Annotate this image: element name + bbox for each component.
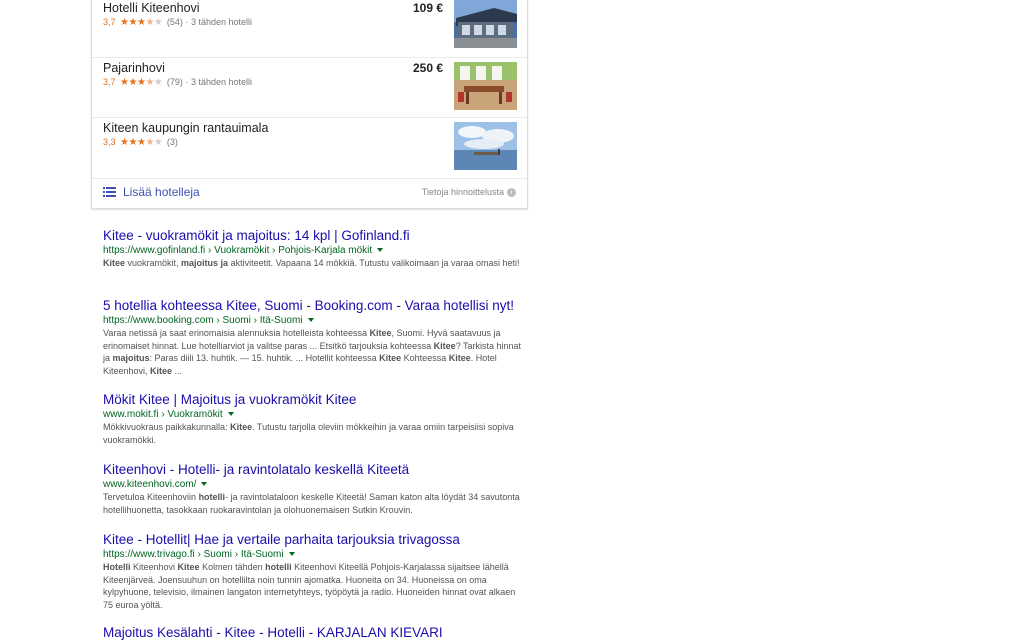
info-icon: i — [507, 188, 516, 198]
result-url: www.mokit.fi › Vuokramökit — [103, 409, 523, 420]
result-title-link[interactable]: Mökit Kitee | Majoitus ja vuokramökit Ki… — [103, 392, 523, 407]
hotel-rating: 3,3 — [103, 137, 116, 147]
pricing-info-label: Tietoja hinnoittelusta — [421, 187, 504, 197]
result-url-text: www.mokit.fi › Vuokramökit — [103, 409, 223, 420]
result-snippet: Varaa netissä ja saat erinomaisia alennu… — [103, 328, 522, 376]
star-rating-icon: ★★★★★ — [120, 77, 163, 88]
result-snippet: Kitee vuokramökit, majoitus ja aktivitee… — [103, 258, 520, 268]
result-title-link[interactable]: Majoitus Kesälahti - Kitee - Hotelli - K… — [103, 625, 523, 640]
hotel-photo[interactable] — [454, 0, 517, 48]
hotel-meta: 3,7 ★★★★★ (54) · 3 tähden hotelli — [103, 17, 252, 28]
hotel-item[interactable]: Pajarinhovi 3,7 ★★★★★ (79) · 3 tähden ho… — [92, 58, 527, 118]
hotel-item[interactable]: Kiteen kaupungin rantauimala 3,3 ★★★★★ (… — [92, 118, 527, 179]
pricing-info-link[interactable]: Tietoja hinnoittelusta i — [421, 187, 516, 198]
more-hotels-link[interactable]: Lisää hotelleja — [123, 185, 200, 199]
result-title-link[interactable]: 5 hotellia kohteessa Kitee, Suomi - Book… — [103, 298, 523, 313]
dropdown-caret-icon[interactable] — [307, 318, 314, 323]
more-hotels-bar: Lisää hotelleja Tietoja hinnoittelusta i — [92, 179, 527, 207]
separator: · — [185, 77, 189, 87]
hotel-category: 3 tähden hotelli — [190, 17, 252, 27]
list-icon — [103, 187, 116, 197]
separator: · — [185, 17, 189, 27]
search-result: Kitee - Hotellit| Hae ja vertaile parhai… — [103, 532, 523, 611]
star-rating-icon: ★★★★★ — [120, 17, 163, 28]
result-url-text: https://www.trivago.fi › Suomi › Itä-Suo… — [103, 549, 284, 560]
dropdown-caret-icon[interactable] — [201, 482, 208, 487]
result-snippet: Mökkivuokraus paikkakunnalla: Kitee. Tut… — [103, 422, 514, 445]
result-snippet: Tervetuloa Kiteenhoviin hotelli- ja ravi… — [103, 492, 520, 515]
hotel-name[interactable]: Pajarinhovi — [103, 61, 165, 75]
hotel-photo[interactable] — [454, 122, 517, 170]
star-rating-icon: ★★★★★ — [120, 137, 163, 148]
search-result: 5 hotellia kohteessa Kitee, Suomi - Book… — [103, 298, 523, 377]
search-result: Kiteenhovi - Hotelli- ja ravintolatalo k… — [103, 462, 523, 516]
hotel-reviews: (54) — [166, 17, 183, 27]
hotel-price: 250 € — [412, 61, 443, 75]
hotel-card: Hotelli Kiteenhovi 3,7 ★★★★★ (54) · 3 tä… — [91, 0, 528, 209]
result-url: www.kiteenhovi.com/ — [103, 479, 523, 490]
hotel-meta: 3,7 ★★★★★ (79) · 3 tähden hotelli — [103, 77, 252, 88]
hotel-name[interactable]: Hotelli Kiteenhovi — [103, 1, 200, 15]
hotel-meta: 3,3 ★★★★★ (3) — [103, 137, 178, 148]
result-url: https://www.trivago.fi › Suomi › Itä-Suo… — [103, 549, 523, 560]
result-title-link[interactable]: Kiteenhovi - Hotelli- ja ravintolatalo k… — [103, 462, 523, 477]
result-url-text: https://www.booking.com › Suomi › Itä-Su… — [103, 315, 303, 326]
result-url: https://www.booking.com › Suomi › Itä-Su… — [103, 315, 523, 326]
hotel-reviews: (3) — [166, 137, 178, 147]
dropdown-caret-icon[interactable] — [377, 248, 384, 253]
hotel-category: 3 tähden hotelli — [190, 77, 252, 87]
dropdown-caret-icon[interactable] — [288, 552, 295, 557]
hotel-item[interactable]: Hotelli Kiteenhovi 3,7 ★★★★★ (54) · 3 tä… — [92, 0, 527, 58]
result-title-link[interactable]: Kitee - Hotellit| Hae ja vertaile parhai… — [103, 532, 523, 547]
hotel-price: 109 € — [412, 1, 443, 15]
result-url-text: www.kiteenhovi.com/ — [103, 479, 197, 490]
dropdown-caret-icon[interactable] — [227, 412, 234, 417]
hotel-photo[interactable] — [454, 62, 517, 110]
search-result: Majoitus Kesälahti - Kitee - Hotelli - K… — [103, 625, 523, 640]
search-result: Kitee - vuokramökit ja majoitus: 14 kpl … — [103, 228, 523, 270]
result-url-text: https://www.gofinland.fi › Vuokramökit ›… — [103, 245, 373, 256]
hotel-name[interactable]: Kiteen kaupungin rantauimala — [103, 121, 268, 135]
hotel-rating: 3,7 — [103, 17, 116, 27]
hotel-reviews: (79) — [166, 77, 183, 87]
result-snippet: Hotelli Kiteenhovi Kitee Kolmen tähden h… — [103, 562, 516, 610]
result-url: https://www.gofinland.fi › Vuokramökit ›… — [103, 245, 523, 256]
hotel-rating: 3,7 — [103, 77, 116, 87]
result-title-link[interactable]: Kitee - vuokramökit ja majoitus: 14 kpl … — [103, 228, 523, 243]
search-result: Mökit Kitee | Majoitus ja vuokramökit Ki… — [103, 392, 523, 446]
